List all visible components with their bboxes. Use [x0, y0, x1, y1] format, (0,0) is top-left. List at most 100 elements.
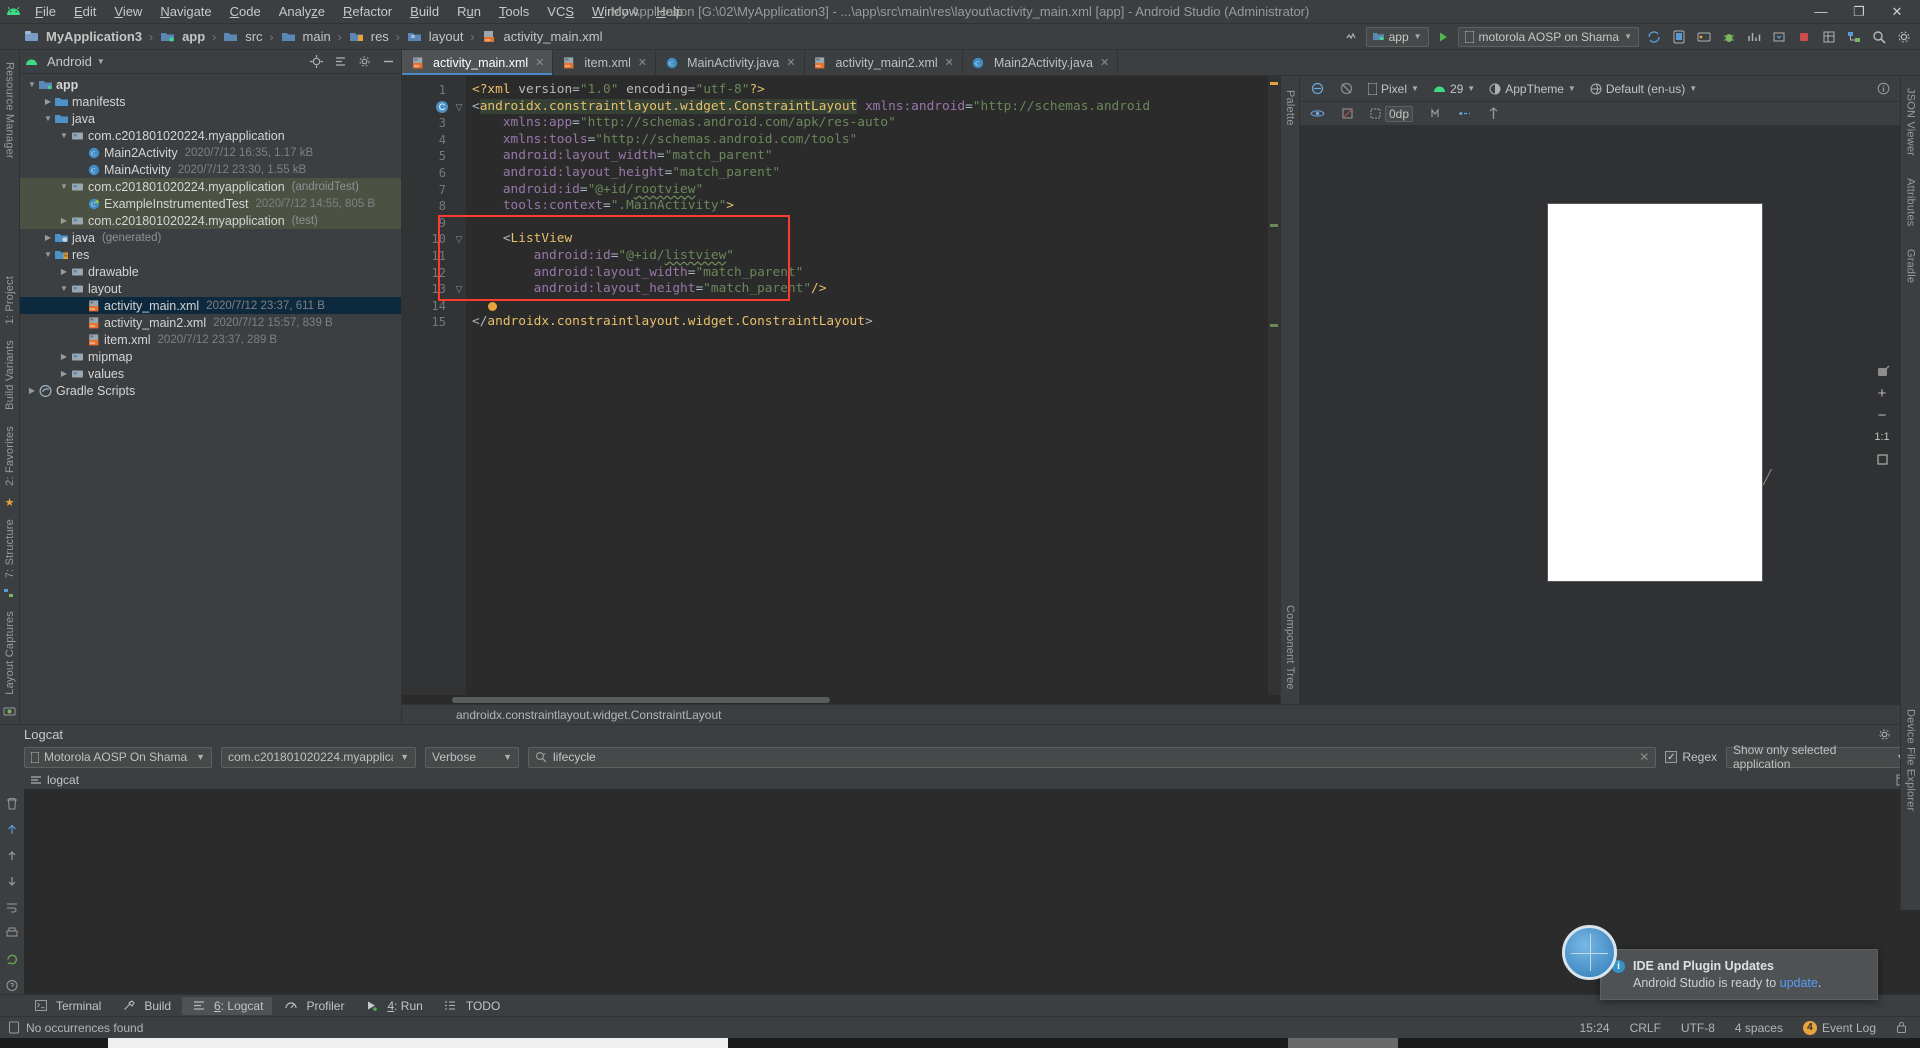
palette-tab[interactable]: Palette: [1282, 82, 1298, 134]
breadcrumb-item-src[interactable]: src: [221, 28, 264, 45]
run-button[interactable]: [1433, 26, 1454, 47]
status-encoding[interactable]: UTF-8: [1674, 1021, 1722, 1035]
run-configuration-selector[interactable]: app ▼: [1365, 26, 1429, 47]
guidelines-icon[interactable]: [1454, 106, 1475, 121]
fold-marker[interactable]: ▽: [452, 99, 466, 116]
restart-logcat-icon[interactable]: [4, 951, 21, 968]
minimize-button[interactable]: —: [1802, 1, 1840, 23]
zoom-to-fit-button[interactable]: [1872, 449, 1892, 469]
search-everywhere-icon[interactable]: [1341, 26, 1362, 47]
editor-tab[interactable]: <> item.xml ✕: [553, 50, 657, 75]
clear-logcat-icon[interactable]: [4, 795, 21, 812]
tree-row[interactable]: C Main2Activity 2020/7/12 16:35, 1.17 kB: [20, 144, 401, 161]
project-settings-icon[interactable]: [355, 53, 373, 71]
code-folding-column[interactable]: ▽ ▽ ▽: [452, 76, 497, 695]
close-tab-icon[interactable]: ✕: [535, 56, 544, 69]
logcat-filter-selector[interactable]: Show only selected application ▼: [1726, 743, 1912, 771]
fold-marker[interactable]: [452, 215, 466, 232]
tool-window-button[interactable]: Terminal: [24, 997, 110, 1015]
breadcrumb-item-layout[interactable]: layout: [405, 28, 466, 45]
tree-row[interactable]: ▼ app: [20, 76, 401, 93]
tree-row[interactable]: ▶ java (generated): [20, 229, 401, 246]
breadcrumb-item-main[interactable]: main: [279, 28, 333, 45]
strip-tab-project[interactable]: 1: Project: [2, 268, 18, 332]
fold-marker[interactable]: ▽: [452, 281, 466, 298]
menu-window[interactable]: Window: [583, 2, 647, 21]
locale-selector[interactable]: Default (en-us) ▼: [1586, 81, 1701, 97]
layout-inspector-icon[interactable]: [1818, 26, 1839, 47]
logcat-search-input[interactable]: lifecycle ✕: [528, 746, 1657, 768]
menu-help[interactable]: Help: [647, 2, 692, 21]
tree-row[interactable]: ▼ com.c201801020224.myapplication: [20, 127, 401, 144]
tree-row[interactable]: C MainActivity 2020/7/12 23:30, 1.55 kB: [20, 161, 401, 178]
fold-marker[interactable]: [452, 314, 466, 331]
sdk-manager-icon[interactable]: [1693, 26, 1714, 47]
device-preview-surface[interactable]: [1548, 204, 1762, 581]
tool-window-button[interactable]: 6: Logcat: [182, 996, 273, 1015]
close-tab-icon[interactable]: ✕: [1100, 56, 1109, 69]
tree-expand-arrow[interactable]: ▼: [58, 284, 70, 293]
tree-row[interactable]: ▶ mipmap: [20, 348, 401, 365]
attach-debugger-icon[interactable]: [1768, 26, 1789, 47]
zoom-out-button[interactable]: −: [1872, 405, 1892, 425]
tree-expand-arrow[interactable]: ▶: [58, 216, 70, 225]
tree-row[interactable]: ▶ com.c201801020224.myapplication (test): [20, 212, 401, 229]
editor-tab[interactable]: <> activity_main2.xml ✕: [805, 50, 963, 75]
strip-tab-attributes[interactable]: Attributes: [1903, 170, 1919, 234]
fold-marker[interactable]: [452, 198, 466, 215]
strip-tab-gradle[interactable]: Gradle: [1903, 241, 1919, 291]
menu-navigate[interactable]: Navigate: [151, 2, 220, 21]
notification-balloon[interactable]: i IDE and Plugin Updates Android Studio …: [1600, 949, 1878, 1000]
tree-row[interactable]: ▼ res: [20, 246, 401, 263]
default-margin-field[interactable]: 0dp: [1366, 105, 1417, 123]
tree-expand-arrow[interactable]: ▼: [42, 114, 54, 123]
class-gutter-icon[interactable]: C: [436, 100, 448, 113]
soft-wrap-icon[interactable]: [4, 899, 21, 916]
close-tab-icon[interactable]: ✕: [638, 56, 647, 69]
stop-button[interactable]: [1793, 26, 1814, 47]
logcat-help-icon[interactable]: [4, 977, 21, 994]
scroll-down-icon[interactable]: [4, 873, 21, 890]
menu-tools[interactable]: Tools: [490, 2, 538, 21]
strip-tab-structure[interactable]: 7: Structure: [2, 511, 18, 586]
tree-expand-arrow[interactable]: ▶: [58, 369, 70, 378]
hide-panel-icon[interactable]: [379, 53, 397, 71]
breadcrumb-item-file[interactable]: <> activity_main.xml: [480, 28, 605, 45]
blueprint-mode-icon[interactable]: [1335, 81, 1358, 96]
tree-expand-arrow[interactable]: ▼: [26, 80, 38, 89]
resize-handle-icon[interactable]: ╱: [1763, 469, 1771, 486]
api-selector[interactable]: 29 ▼: [1429, 81, 1479, 97]
preview-canvas[interactable]: ╱ + − 1:1: [1300, 126, 1900, 704]
fold-marker[interactable]: [452, 132, 466, 149]
fold-marker[interactable]: [452, 248, 466, 265]
strip-tab-device-file-explorer[interactable]: Device File Explorer: [1903, 701, 1919, 819]
device-selector[interactable]: motorola AOSP on Shama ▼: [1457, 26, 1639, 47]
change-marker[interactable]: [1270, 324, 1278, 327]
search-icon[interactable]: [1868, 26, 1889, 47]
menu-code[interactable]: Code: [221, 2, 270, 21]
code-text[interactable]: <?xml version="1.0" encoding="utf-8"?> <a…: [466, 76, 1268, 695]
tree-row[interactable]: <> activity_main2.xml 2020/7/12 15:57, 839…: [20, 314, 401, 331]
tool-window-button[interactable]: Build: [112, 997, 180, 1015]
close-tab-icon[interactable]: ✕: [945, 56, 954, 69]
project-view-selector[interactable]: Android ▼: [24, 54, 105, 69]
tree-row[interactable]: ▶ values: [20, 365, 401, 382]
menu-vcs[interactable]: VCS: [538, 2, 583, 21]
menu-build[interactable]: Build: [401, 2, 448, 21]
profiler-icon[interactable]: [1743, 26, 1764, 47]
tree-row[interactable]: <> item.xml 2020/7/12 23:37, 289 B: [20, 331, 401, 348]
strip-tab-resource-manager[interactable]: Resource Manager: [2, 54, 18, 167]
print-icon[interactable]: [4, 925, 21, 942]
menu-run[interactable]: Run: [448, 2, 490, 21]
fold-marker[interactable]: [452, 115, 466, 132]
breadcrumb-item-project[interactable]: MyApplication3: [22, 28, 144, 45]
tree-row[interactable]: ▶ manifests: [20, 93, 401, 110]
project-tree[interactable]: ▼ app ▶ manifests ▼ java ▼ com.c201801020224.my…: [20, 74, 401, 724]
event-log-button[interactable]: 4 Event Log: [1796, 1020, 1883, 1035]
fold-marker[interactable]: [452, 298, 466, 315]
zoom-in-button[interactable]: +: [1872, 383, 1892, 403]
logcat-settings-icon[interactable]: [1874, 726, 1894, 744]
expand-collapse-icon[interactable]: [331, 53, 349, 71]
regex-checkbox[interactable]: ✓: [1665, 751, 1678, 763]
status-lock-icon[interactable]: [1889, 1021, 1914, 1034]
